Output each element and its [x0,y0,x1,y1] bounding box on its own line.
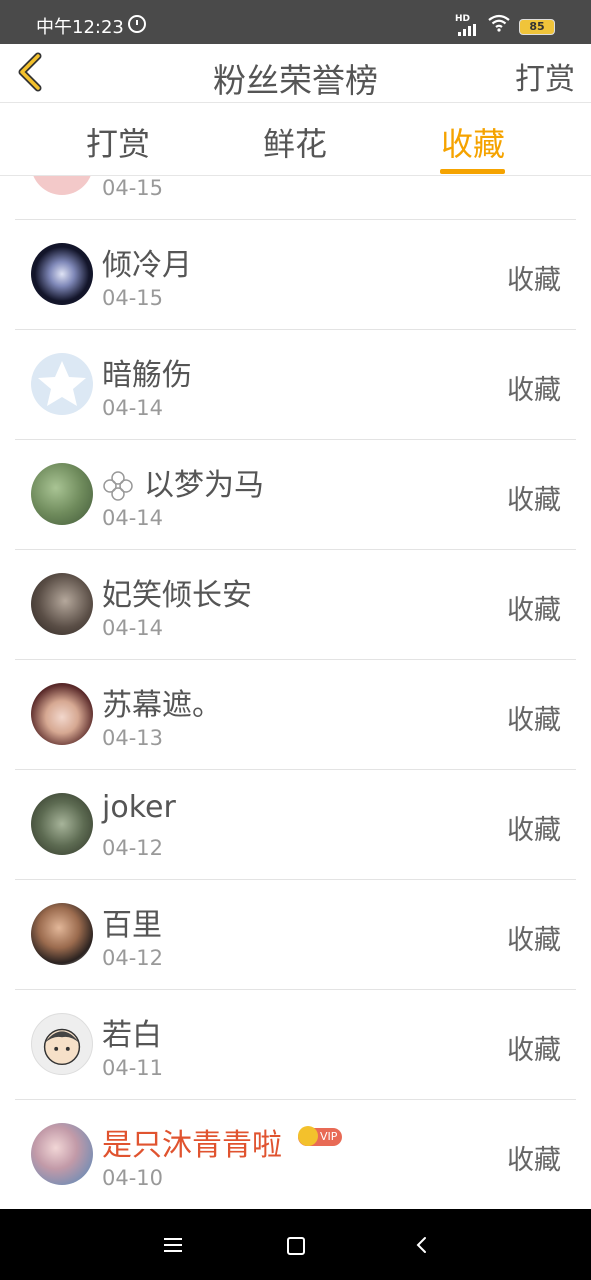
crown-icon [298,1126,318,1146]
item-action-label: 收藏 [507,595,561,626]
item-action-label: 收藏 [507,815,561,846]
tab-bar: 打赏 鲜花 收藏 [0,103,591,176]
item-name: 苏幕遮。 [102,688,222,723]
avatar [31,573,93,635]
item-action-label: 收藏 [507,925,561,956]
list-item[interactable]: 苏幕遮。 04-13 收藏 [0,660,591,770]
item-date: 04-15 [102,176,164,200]
item-date: 04-13 [102,726,164,750]
vip-badge: VIP [298,1126,343,1146]
home-icon[interactable] [287,1237,305,1255]
top-bar: 粉丝荣誉榜 打赏 [0,44,591,103]
alarm-icon [128,15,146,33]
item-date: 04-12 [102,946,164,970]
item-name: 若白 [102,1018,162,1053]
list-item[interactable]: 暗觞伤 04-14 收藏 [0,330,591,440]
fan-list[interactable]: 04-15 倾冷月 04-15 收藏 暗觞伤 04-14 收藏 以梦为马 04-… [0,176,591,1209]
avatar [31,683,93,745]
cartoon-avatar-icon [43,1028,81,1066]
item-action-label: 收藏 [507,1035,561,1066]
item-name: 是只沐青青啦 [102,1128,282,1163]
list-item[interactable]: 是只沐青青啦 VIP 04-10 收藏 [0,1100,591,1209]
list-item[interactable]: 若白 04-11 收藏 [0,990,591,1100]
avatar [31,243,93,305]
avatar [31,793,93,855]
avatar [31,1123,93,1185]
list-item[interactable]: 倾冷月 04-15 收藏 [0,220,591,330]
avatar [31,353,93,415]
list-item[interactable]: 妃笑倾长安 04-14 收藏 [0,550,591,660]
item-action-label: 收藏 [507,485,561,516]
tab-flowers[interactable]: 鲜花 [235,119,355,165]
item-name: 以梦为马 [144,468,264,503]
status-bar: 中午12:23 HD 85 [0,0,591,44]
item-date: 04-10 [102,1166,164,1190]
tab-reward[interactable]: 打赏 [58,119,178,165]
item-date: 04-12 [102,836,164,860]
item-name: 百里 [102,908,162,943]
tab-favorites[interactable]: 收藏 [413,119,533,165]
network-type: HD [455,14,471,24]
page-title: 粉丝荣誉榜 [213,61,378,100]
item-action-label: 收藏 [507,265,561,296]
item-name: 倾冷月 [102,248,192,283]
list-item[interactable]: 以梦为马 04-14 收藏 [0,440,591,550]
wifi-icon [488,14,510,32]
avatar [31,176,93,195]
item-name: 暗觞伤 [102,358,192,393]
item-name: 妃笑倾长安 [102,578,252,613]
battery-icon: 85 [519,19,555,35]
item-date: 04-11 [102,1056,164,1080]
active-tab-indicator [440,169,505,174]
signal-icon [458,24,478,36]
list-item[interactable]: 百里 04-12 收藏 [0,880,591,990]
item-date: 04-14 [102,506,164,530]
avatar [31,903,93,965]
back-icon[interactable] [414,1236,430,1254]
reward-button[interactable]: 打赏 [515,54,575,98]
list-item[interactable]: 04-15 [0,176,591,220]
status-time: 中午12:23 [36,17,124,38]
item-date: 04-15 [102,286,164,310]
item-action-label: 收藏 [507,705,561,736]
item-name: joker [102,790,176,825]
avatar [31,463,93,525]
item-action-label: 收藏 [507,1145,561,1176]
flower-icon [103,471,133,501]
system-nav-bar [0,1209,591,1280]
default-avatar-icon [38,361,86,406]
list-item[interactable]: joker 04-12 收藏 [0,770,591,880]
item-date: 04-14 [102,396,164,420]
item-date: 04-14 [102,616,164,640]
avatar [31,1013,93,1075]
item-action-label: 收藏 [507,375,561,406]
menu-icon[interactable] [164,1238,182,1252]
